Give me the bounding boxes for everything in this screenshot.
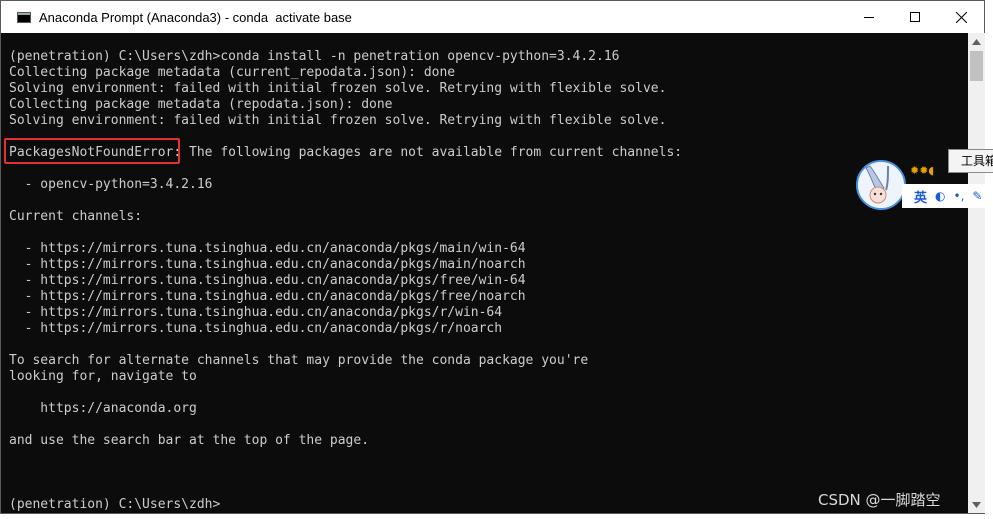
scroll-up-arrow[interactable] [968, 33, 985, 50]
background-page-right-edge [985, 0, 993, 519]
console-line: looking for, navigate to [9, 369, 197, 384]
console-line: Solving environment: failed with initial… [9, 81, 667, 96]
ime-bar: 英 ◐ •, ✎ [902, 184, 993, 208]
chevron-up-icon [972, 38, 981, 45]
ime-language-toggle[interactable]: 英 [914, 187, 927, 206]
console-line: Collecting package metadata (repodata.js… [9, 97, 393, 112]
vertical-scrollbar[interactable] [968, 33, 985, 513]
chevron-down-icon [972, 501, 981, 508]
maximize-button[interactable] [892, 1, 938, 33]
scrollbar-thumb[interactable] [970, 51, 983, 81]
console-line: - https://mirrors.tuna.tsinghua.edu.cn/a… [9, 257, 526, 272]
console-line: Collecting package metadata (current_rep… [9, 65, 456, 80]
error-highlight-box [4, 138, 180, 164]
minimize-button[interactable] [846, 1, 892, 33]
minimize-icon [864, 17, 874, 18]
console-line: Solving environment: failed with initial… [9, 113, 667, 128]
console-output[interactable]: (penetration) C:\Users\zdh>conda install… [1, 33, 967, 513]
console-line: Current channels: [9, 209, 143, 224]
title-bar[interactable]: Anaconda Prompt (Anaconda3) - conda acti… [1, 1, 984, 33]
console-line: (penetration) C:\Users\zdh> [9, 497, 221, 512]
ime-sun-icons: ✹✹◖ [910, 164, 935, 177]
console-line: - https://mirrors.tuna.tsinghua.edu.cn/a… [9, 241, 526, 256]
console-line: - opencv-python=3.4.2.16 [9, 177, 213, 192]
console-line: (penetration) C:\Users\zdh>conda install… [9, 49, 620, 64]
console-line: To search for alternate channels that ma… [9, 353, 589, 368]
window-controls [846, 1, 984, 33]
close-icon [955, 11, 967, 23]
wrench-icon[interactable]: ✎ [972, 189, 982, 203]
terminal-window: Anaconda Prompt (Anaconda3) - conda acti… [0, 0, 985, 514]
ime-tooltip: 工具箱 [948, 149, 993, 173]
mascot-icon [858, 162, 904, 208]
console-line: - https://mirrors.tuna.tsinghua.edu.cn/a… [9, 305, 503, 320]
csdn-watermark: CSDN @一脚踏空 [818, 491, 941, 509]
console-line: - https://mirrors.tuna.tsinghua.edu.cn/a… [9, 321, 503, 336]
close-button[interactable] [938, 1, 984, 33]
console-line: - https://mirrors.tuna.tsinghua.edu.cn/a… [9, 273, 526, 288]
window-title: Anaconda Prompt (Anaconda3) - conda acti… [39, 9, 352, 25]
console-line: https://anaconda.org [9, 401, 197, 416]
maximize-icon [910, 12, 920, 22]
console-line: - https://mirrors.tuna.tsinghua.edu.cn/a… [9, 289, 526, 304]
moon-icon[interactable]: ◐ [935, 189, 945, 203]
console-line: and use the search bar at the top of the… [9, 433, 370, 448]
scroll-down-arrow[interactable] [968, 496, 985, 513]
ime-mascot-avatar[interactable] [856, 160, 906, 210]
punctuation-icon[interactable]: •, [954, 189, 965, 203]
console-app-icon [17, 11, 31, 23]
